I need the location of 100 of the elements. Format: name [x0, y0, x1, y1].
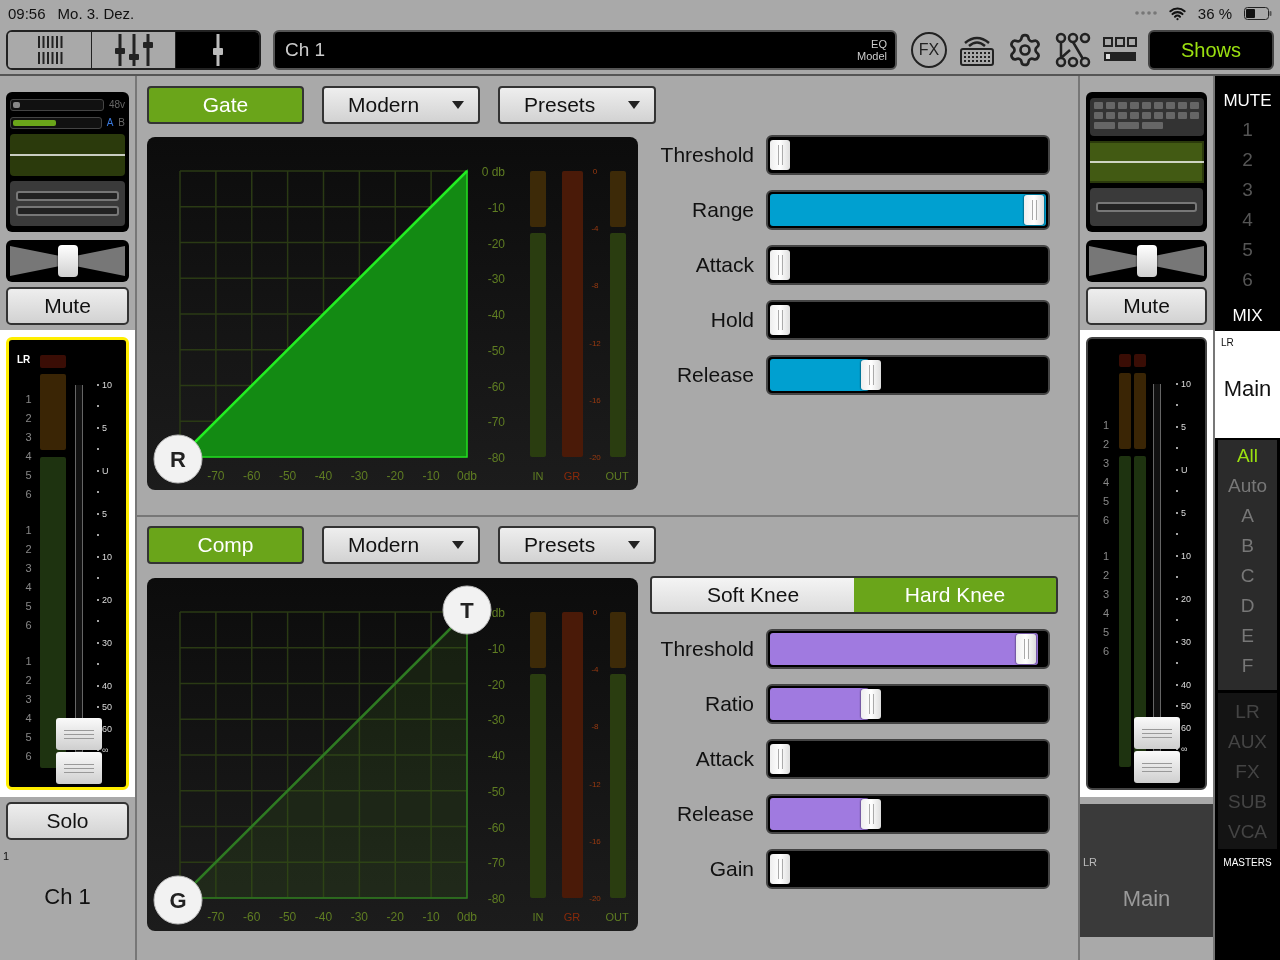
phantom-label: 48v — [108, 99, 125, 110]
filter-item[interactable]: D — [1218, 591, 1277, 621]
graph-handle[interactable]: R — [153, 434, 203, 484]
scale-label: 10 — [1181, 550, 1191, 561]
scale-label: 30 — [1181, 636, 1191, 647]
axis-label: -20 — [487, 677, 505, 692]
presets-dropdown[interactable]: Presets — [498, 526, 656, 564]
axis-label: -50 — [278, 469, 297, 483]
status-time: 09:56 — [8, 4, 46, 22]
scale-label: 5 — [1181, 507, 1186, 518]
gain-slider[interactable] — [10, 98, 104, 111]
param-label: Threshold — [659, 143, 754, 167]
toggle-button[interactable]: Gate — [147, 86, 304, 124]
axis-label: -70 — [487, 856, 505, 871]
axis-label: -30 — [350, 910, 369, 924]
view-tab[interactable] — [176, 32, 259, 68]
meter-scale-label: -20 — [589, 894, 601, 903]
meter-number: 1 — [1101, 549, 1111, 564]
axis-label: -60 — [243, 469, 261, 483]
slider-thumb[interactable] — [770, 250, 790, 280]
param-slider[interactable] — [766, 135, 1050, 175]
mute-button[interactable]: Mute — [6, 287, 129, 325]
meter-number: 4 — [1101, 606, 1111, 621]
scale-label: 50 — [1181, 701, 1191, 712]
view-tab[interactable] — [8, 32, 92, 68]
toggle-button[interactable]: Comp — [147, 526, 304, 564]
param-slider[interactable] — [766, 794, 1050, 834]
pan-slider[interactable] — [1086, 240, 1207, 282]
param-label: Release — [675, 802, 754, 826]
meter-scale-label: -8 — [591, 281, 599, 291]
caret-icon — [452, 541, 464, 549]
axis-label: -10 — [422, 910, 440, 924]
filter-item[interactable]: A — [1218, 501, 1277, 531]
axis-label: -30 — [487, 272, 505, 287]
filter-item[interactable]: E — [1218, 621, 1277, 651]
scale-label: 10 — [102, 379, 112, 390]
mute-group[interactable]: 2 — [1215, 145, 1280, 175]
slider-thumb[interactable] — [1016, 634, 1037, 664]
slider-thumb[interactable] — [861, 360, 882, 390]
filter-item[interactable]: C — [1218, 561, 1277, 591]
graph-handle[interactable]: T — [442, 585, 492, 635]
axis-label: 0db — [457, 910, 477, 924]
trim-slider[interactable] — [10, 116, 102, 129]
axis-label: -10 — [422, 469, 440, 483]
param-slider[interactable] — [766, 849, 1050, 889]
scale-label: 20 — [102, 594, 112, 605]
meter-scale-label: -4 — [591, 665, 599, 675]
param-slider[interactable] — [766, 629, 1050, 669]
graph-handle[interactable]: G — [153, 875, 203, 925]
meter-number: 3 — [1101, 587, 1111, 602]
pan-thumb[interactable] — [57, 245, 78, 277]
channel-name-field[interactable]: Ch 1 EQ Model — [273, 30, 897, 70]
param-slider[interactable] — [766, 300, 1050, 340]
mute-button[interactable]: Mute — [1086, 287, 1207, 325]
slider-thumb[interactable] — [861, 799, 882, 829]
param-slider[interactable] — [766, 739, 1050, 779]
battery-percent: 36 % — [1197, 4, 1232, 22]
param-label: Threshold — [659, 637, 754, 661]
routing-icon[interactable] — [1055, 32, 1091, 68]
scale-label: 30 — [102, 637, 112, 648]
fx-button[interactable]: FX — [911, 32, 947, 68]
meter-label: OUT — [605, 470, 629, 482]
meter-number: 2 — [1101, 437, 1111, 452]
solo-button[interactable]: Solo — [6, 802, 129, 840]
meter-number: 3 — [24, 430, 33, 445]
fader-thumb[interactable] — [1134, 717, 1180, 784]
meter-number: 5 — [24, 468, 33, 483]
slider-thumb[interactable] — [770, 744, 790, 774]
slider-thumb[interactable] — [861, 689, 882, 719]
presets-dropdown[interactable]: Presets — [498, 86, 656, 124]
mute-group[interactable]: 4 — [1215, 205, 1280, 235]
shows-button[interactable]: Shows — [1148, 30, 1274, 70]
filter-item[interactable]: All — [1218, 441, 1277, 471]
slider-thumb[interactable] — [770, 140, 790, 170]
param-slider[interactable] — [766, 245, 1050, 285]
filter-item[interactable]: B — [1218, 531, 1277, 561]
model-dropdown[interactable]: Modern — [322, 526, 480, 564]
slider-thumb[interactable] — [770, 854, 790, 884]
filter-item[interactable]: F — [1218, 651, 1277, 681]
wifi-icon — [1168, 4, 1186, 22]
slider-thumb[interactable] — [1024, 195, 1044, 225]
mute-group[interactable]: 1 — [1215, 115, 1280, 145]
scale-label: 40 — [102, 680, 112, 691]
meter-scale-label: -8 — [591, 722, 599, 732]
model-dropdown[interactable]: Modern — [322, 86, 480, 124]
filter-item[interactable]: Auto — [1218, 471, 1277, 501]
mute-group[interactable]: 3 — [1215, 175, 1280, 205]
scale-label: 5 — [102, 422, 107, 433]
pan-slider[interactable] — [6, 240, 129, 282]
fader-thumb[interactable] — [55, 718, 102, 785]
pan-thumb[interactable] — [1136, 245, 1157, 277]
settings-icon[interactable] — [1007, 32, 1043, 68]
mute-group[interactable]: 6 — [1215, 265, 1280, 295]
mute-group[interactable]: 5 — [1215, 235, 1280, 265]
param-slider[interactable] — [766, 355, 1050, 395]
slider-thumb[interactable] — [770, 305, 790, 335]
layout-icon[interactable] — [1103, 37, 1137, 63]
knee-tab[interactable]: Hard Knee — [854, 578, 1056, 612]
knee-tab[interactable]: Soft Knee — [652, 578, 854, 612]
param-slider[interactable] — [766, 684, 1050, 724]
